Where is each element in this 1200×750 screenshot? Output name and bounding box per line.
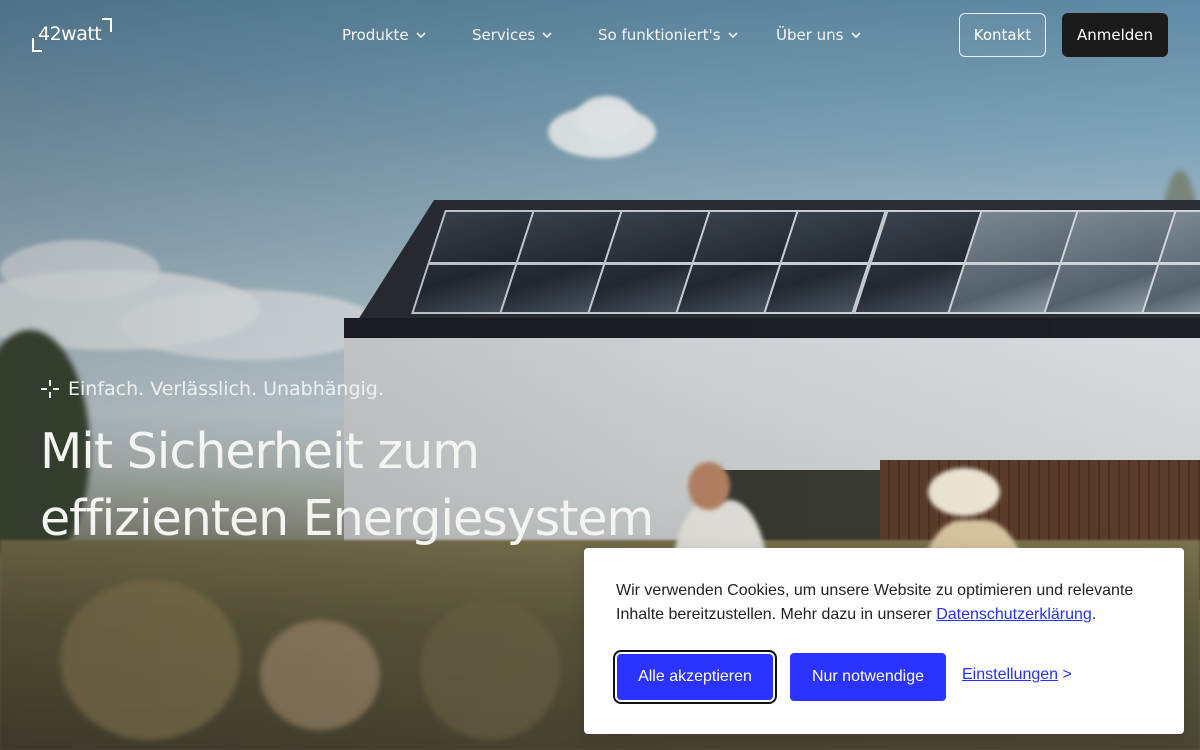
tagline-text: Einfach. Verlässlich. Unabhängig. — [68, 378, 384, 400]
logo-corner-icon — [102, 18, 112, 32]
cookie-text: Wir verwenden Cookies, um unsere Website… — [616, 579, 1156, 627]
chevron-down-icon — [850, 32, 861, 39]
settings-label: Einstellungen — [962, 666, 1059, 683]
logo-text: 42watt — [38, 23, 102, 45]
settings-arrow: > — [1062, 666, 1072, 683]
hero-tagline: Einfach. Verlässlich. Unabhängig. — [40, 378, 384, 400]
nav-item-so-funktionierts[interactable]: So funktioniert's — [598, 24, 739, 46]
cookie-banner: Wir verwenden Cookies, um unsere Website… — [584, 548, 1184, 734]
cookie-settings-link[interactable]: Einstellungen > — [962, 666, 1072, 684]
nav-item-produkte[interactable]: Produkte — [342, 24, 427, 46]
necessary-only-button[interactable]: Nur notwendige — [790, 653, 946, 701]
sparkle-icon — [41, 380, 59, 398]
nav-item-label: Produkte — [342, 26, 409, 44]
nav-item-ueber-uns[interactable]: Über uns — [776, 24, 862, 46]
chevron-down-icon — [416, 32, 426, 39]
cookie-text-end: . — [1091, 606, 1097, 623]
headline-line: Mit Sicherheit zum — [40, 423, 480, 480]
nav-item-label: Services — [472, 26, 536, 44]
nav-item-label: So funktioniert's — [598, 26, 721, 44]
accept-all-button[interactable]: Alle akzeptieren — [613, 650, 777, 704]
chevron-down-icon — [542, 32, 552, 39]
logo[interactable]: 42watt — [32, 18, 114, 54]
privacy-policy-link[interactable]: Datenschutzerklärung — [936, 606, 1092, 623]
contact-button[interactable]: Kontakt — [959, 13, 1046, 57]
nav-item-label: Über uns — [776, 26, 844, 44]
login-button[interactable]: Anmelden — [1062, 13, 1168, 57]
hero-headline: Mit Sicherheit zum effizienten Energiesy… — [40, 418, 680, 552]
headline-line: effizienten Energiesystem — [40, 490, 654, 547]
nav-item-services[interactable]: Services — [472, 24, 553, 46]
chevron-down-icon — [728, 32, 738, 39]
